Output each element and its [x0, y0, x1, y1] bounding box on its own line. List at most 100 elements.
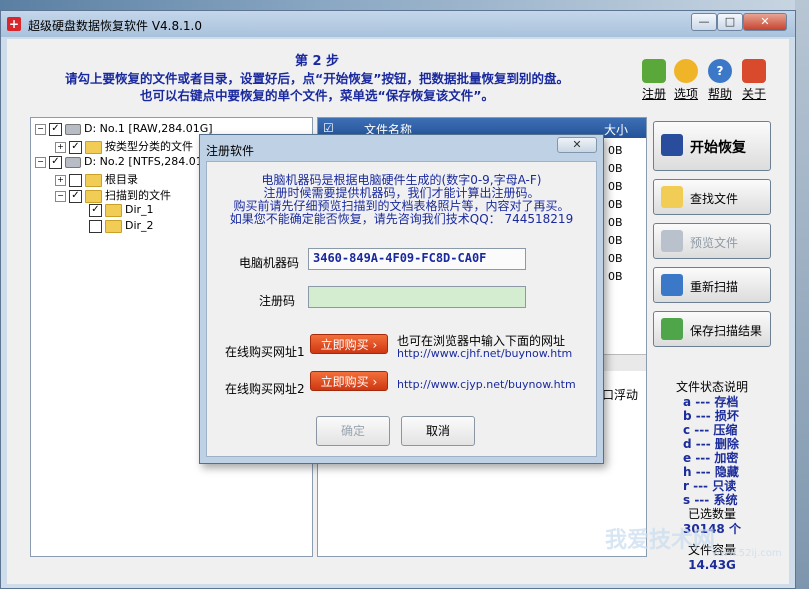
legend-item: r --- 只读 — [683, 479, 737, 493]
buy-now-label: 立即购买 — [320, 375, 369, 389]
file-size-cell: 0B — [608, 234, 623, 247]
dialog-info-line: 如果您不能确定能否恢复，请先咨询我们技术QQ： 744518219 — [229, 212, 574, 226]
toolbar-about[interactable]: 关于 — [739, 59, 769, 102]
tree-checkbox[interactable]: ✓ — [49, 122, 62, 136]
tree-item-label: 按类型分类的文件 — [105, 140, 193, 153]
save-scan-result-label: 保存扫描结果 — [690, 324, 763, 338]
tree-item-dir-2[interactable]: Dir_2 — [89, 219, 154, 235]
tree-item-drive-1[interactable]: − ✓ D: No.1 [RAW,284.01G] — [35, 122, 213, 138]
preview-file-label: 预览文件 — [690, 236, 739, 250]
tree-item-label: D: No.1 [RAW,284.01G] — [84, 122, 213, 135]
cart-icon — [642, 59, 666, 83]
register-dialog: 注册软件 ✕ 电脑机器码是根据电脑硬件生成的(数字0-9,字母A-F) 注册时候… — [199, 134, 604, 464]
tree-checkbox[interactable]: ✓ — [69, 140, 82, 154]
start-recovery-label: 开始恢复 — [690, 140, 746, 156]
tree-item-label: 根目录 — [105, 173, 138, 186]
collapse-icon[interactable]: − — [55, 190, 66, 202]
ok-button[interactable]: 确定 — [316, 416, 390, 446]
buy-now-button-1[interactable]: 立即购买 › — [310, 334, 388, 354]
step-line-2: 也可以右键点中要恢复的单个文件，菜单选“保存恢复该文件”。 — [140, 88, 494, 103]
toolbar-options[interactable]: 选项 — [671, 59, 701, 102]
column-size[interactable]: 大小 — [604, 121, 628, 138]
select-all-checkbox[interactable]: ☑ — [323, 121, 334, 135]
buy-now-label: 立即购买 — [320, 338, 369, 352]
legend-item: e --- 加密 — [683, 451, 739, 465]
buy-url-2[interactable]: http://www.cjyp.net/buynow.htm — [397, 378, 576, 391]
dialog-info: 电脑机器码是根据电脑硬件生成的(数字0-9,字母A-F) 注册时候需要提供机器码… — [207, 174, 596, 226]
buy-url-1[interactable]: http://www.cjhf.net/buynow.htm — [397, 347, 572, 360]
minimize-button[interactable]: — — [691, 13, 717, 31]
register-code-label: 注册码 — [259, 294, 296, 308]
tree-checkbox[interactable] — [89, 219, 102, 233]
app-icon: + — [7, 17, 21, 31]
tree-item-label: Dir_2 — [125, 219, 154, 232]
tree-checkbox[interactable]: ✓ — [49, 155, 62, 169]
dialog-close-button[interactable]: ✕ — [557, 137, 597, 153]
step-line-1: 请勾上要恢复的文件或者目录，设置好后，点“开始恢复”按钮，把数据批量恢复到别的盘… — [65, 71, 569, 86]
file-size-cell: 0B — [608, 180, 623, 193]
folder-icon — [105, 219, 122, 233]
home-icon — [742, 59, 766, 83]
legend-item: h --- 隐藏 — [683, 465, 739, 479]
title-bar[interactable]: + 超级硬盘数据恢复软件 V4.8.1.0 — □ ✕ — [1, 11, 795, 37]
toolbar-help[interactable]: ? 帮助 — [705, 59, 735, 102]
preview-file-button[interactable]: 预览文件 — [653, 223, 771, 259]
tree-item-label: Dir_1 — [125, 203, 154, 216]
toolbar-register[interactable]: 注册 — [639, 59, 669, 102]
help-icon: ? — [708, 59, 732, 83]
tree-checkbox[interactable]: ✓ — [89, 203, 102, 217]
machine-code-field[interactable]: 3460-849A-4F09-FC8D-CA0F — [308, 248, 526, 270]
capacity-value: 14.43G — [688, 558, 736, 572]
gear-icon — [674, 59, 698, 83]
window-title: 超级硬盘数据恢复软件 V4.8.1.0 — [28, 19, 203, 33]
tree-item-label: D: No.2 [NTFS,284.01G] — [84, 155, 216, 168]
plus-icon — [661, 274, 683, 296]
close-button[interactable]: ✕ — [743, 13, 787, 31]
buy-url-1-label: 在线购买网址1 — [225, 345, 305, 359]
folder-icon — [85, 173, 102, 187]
collapse-icon[interactable]: − — [35, 123, 46, 135]
watermark-logo: 我爱技术网 — [605, 527, 716, 553]
export-icon — [661, 318, 683, 340]
start-recovery-button[interactable]: 开始恢复 — [653, 121, 771, 171]
toolbar-options-label: 选项 — [673, 87, 698, 101]
step-instructions: 第 2 步 请勾上要恢复的文件或者目录，设置好后，点“开始恢复”按钮，把数据批量… — [7, 53, 627, 104]
legend-item: s --- 系统 — [683, 493, 738, 507]
drive-icon — [65, 156, 81, 168]
dialog-title: 注册软件 — [206, 144, 255, 158]
cancel-button[interactable]: 取消 — [401, 416, 475, 446]
tree-item-root[interactable]: + 根目录 — [55, 171, 138, 187]
step-title: 第 2 步 — [294, 54, 340, 69]
folder-icon — [85, 189, 102, 203]
watermark-url: www.52ij.com — [712, 548, 782, 559]
float-checkbox-label[interactable]: 口浮动 — [602, 386, 638, 403]
rescan-label: 重新扫描 — [690, 280, 739, 294]
tree-item-dir-1[interactable]: ✓ Dir_1 — [89, 203, 154, 219]
buy-url-2-label: 在线购买网址2 — [225, 382, 305, 396]
tree-item-label: 扫描到的文件 — [105, 189, 171, 202]
tree-checkbox[interactable]: ✓ — [69, 189, 82, 203]
maximize-button[interactable]: □ — [717, 13, 743, 31]
toolbar-about-label: 关于 — [741, 87, 766, 101]
legend-title: 文件状态说明 — [675, 380, 748, 394]
toolbar-register-label: 注册 — [641, 87, 666, 101]
expand-icon[interactable]: + — [55, 174, 66, 186]
desktop-background-right — [795, 0, 809, 589]
file-size-cell: 0B — [608, 252, 623, 265]
tree-item-drive-2[interactable]: − ✓ D: No.2 [NTFS,284.01G] — [35, 155, 216, 171]
find-file-button[interactable]: 查找文件 — [653, 179, 771, 215]
tree-checkbox[interactable] — [69, 173, 82, 187]
register-code-input[interactable] — [308, 286, 526, 308]
collapse-icon[interactable]: − — [35, 156, 46, 168]
expand-icon[interactable]: + — [55, 141, 66, 153]
legend-item: c --- 压缩 — [683, 423, 738, 437]
tree-item-by-type[interactable]: + ✓ 按类型分类的文件 — [55, 138, 193, 154]
save-scan-result-button[interactable]: 保存扫描结果 — [653, 311, 771, 347]
selected-count-label: 已选数量 — [687, 507, 736, 521]
folder-search-icon — [661, 186, 683, 208]
buy-now-button-2[interactable]: 立即购买 › — [310, 371, 388, 391]
rescan-button[interactable]: 重新扫描 — [653, 267, 771, 303]
legend-item: d --- 删除 — [683, 437, 739, 451]
tree-item-scanned[interactable]: − ✓ 扫描到的文件 — [55, 187, 171, 203]
legend-item: a --- 存档 — [683, 395, 739, 409]
